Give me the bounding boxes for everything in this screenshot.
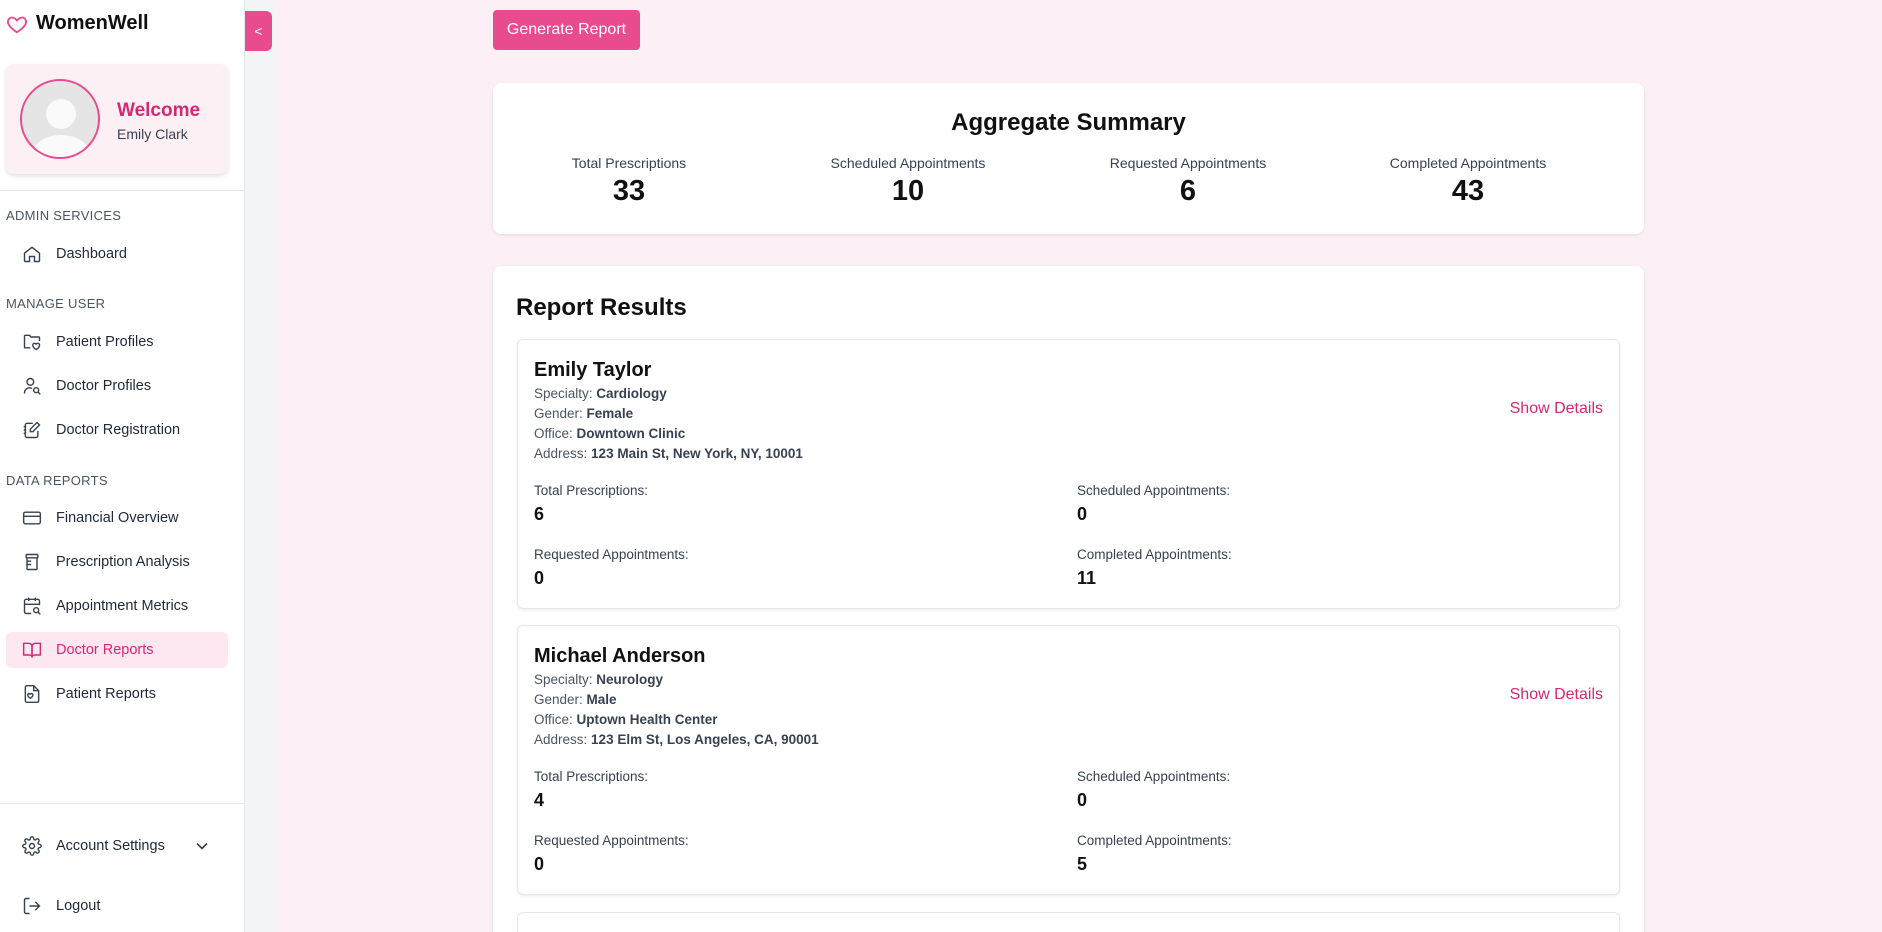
doctor-card: Emily Taylor Specialty: Cardiology Gende…: [517, 339, 1620, 609]
summary-stat-scheduled-appointments: Scheduled Appointments 10: [768, 155, 1048, 208]
section-manage-user: MANAGE USER: [6, 296, 106, 311]
show-details-link[interactable]: Show Details: [1510, 400, 1603, 418]
doctor-address: Address: 123 Elm St, Los Angeles, CA, 90…: [534, 732, 819, 747]
stat-label: Scheduled Appointments: [830, 155, 986, 171]
doctor-card: Michael Anderson Specialty: Neurology Ge…: [517, 625, 1620, 895]
account-settings-toggle[interactable]: Account Settings: [6, 828, 228, 864]
credit-card-icon: [22, 511, 42, 525]
sidebar-item-doctor-registration[interactable]: Doctor Registration: [6, 412, 228, 448]
heart-icon: [7, 16, 27, 33]
doctor-name: Emily Taylor: [534, 359, 652, 381]
chevron-down-icon: [196, 842, 208, 850]
welcome-title: Welcome: [117, 100, 201, 121]
show-details-link[interactable]: Show Details: [1510, 686, 1603, 704]
sidebar-item-label: Doctor Profiles: [56, 378, 152, 394]
edit-notebook-icon: [23, 421, 41, 439]
sidebar-item-label: Patient Reports: [56, 686, 156, 702]
gear-icon: [22, 836, 42, 856]
logout-button[interactable]: Logout: [6, 888, 228, 924]
sidebar-divider: [0, 803, 244, 804]
sidebar-item-dashboard[interactable]: Dashboard: [6, 236, 228, 272]
doctor-address: Address: 123 Main St, New York, NY, 1000…: [534, 446, 803, 461]
user-search-icon: [23, 377, 41, 395]
metric-scheduled-appointments: Scheduled Appointments: 0: [1077, 769, 1231, 810]
stat-value: 33: [612, 175, 646, 207]
summary-stat-completed-appointments: Completed Appointments 43: [1328, 155, 1608, 208]
sidebar-item-financial-overview[interactable]: Financial Overview: [6, 500, 228, 536]
section-admin-services: ADMIN SERVICES: [6, 208, 122, 223]
book-open-icon: [22, 642, 42, 658]
metric-scheduled-appointments: Scheduled Appointments: 0: [1077, 483, 1231, 524]
summary-stat-total-prescriptions: Total Prescriptions 33: [489, 155, 769, 208]
doctor-office: Office: Downtown Clinic: [534, 426, 686, 441]
stat-value: 10: [891, 175, 925, 207]
generate-report-button[interactable]: Generate Report: [493, 10, 640, 50]
metric-completed-appointments: Completed Appointments: 5: [1077, 833, 1232, 874]
sidebar-item-label: Doctor Registration: [56, 422, 181, 438]
results-title: Report Results: [516, 294, 687, 321]
sidebar-gutter: [245, 0, 275, 932]
sidebar-item-label: Doctor Reports: [56, 642, 154, 658]
doctor-name: Michael Anderson: [534, 645, 706, 667]
sidebar: WomenWell Welcome Emily Clark ADMIN SERV…: [0, 0, 245, 932]
sidebar-divider: [0, 190, 244, 191]
logout-label: Logout: [56, 898, 101, 914]
welcome-card: Welcome Emily Clark: [6, 64, 228, 174]
metric-completed-appointments: Completed Appointments: 11: [1077, 547, 1232, 588]
metric-requested-appointments: Requested Appointments: 0: [534, 833, 689, 874]
user-name: Emily Clark: [117, 126, 188, 142]
aggregate-summary-card: Aggregate Summary Total Prescriptions 33…: [493, 83, 1644, 234]
doctor-card: [517, 912, 1620, 932]
app-name: WomenWell: [36, 12, 149, 34]
sidebar-item-label: Appointment Metrics: [56, 598, 189, 614]
home-icon: [23, 246, 41, 263]
sidebar-item-label: Financial Overview: [56, 510, 179, 526]
metric-total-prescriptions: Total Prescriptions: 6: [534, 483, 649, 524]
sidebar-item-doctor-reports[interactable]: Doctor Reports: [6, 632, 228, 668]
doctor-gender: Gender: Female: [534, 406, 634, 421]
folder-heart-icon: [23, 334, 41, 351]
doctor-office: Office: Uptown Health Center: [534, 712, 718, 727]
logout-icon: [23, 897, 41, 915]
stat-value: 43: [1451, 175, 1485, 207]
avatar: [20, 79, 100, 159]
sidebar-item-patient-reports[interactable]: Patient Reports: [6, 676, 228, 712]
sidebar-item-label: Dashboard: [56, 246, 127, 262]
calendar-search-icon: [23, 597, 41, 615]
summary-stat-requested-appointments: Requested Appointments 6: [1048, 155, 1328, 208]
stat-label: Requested Appointments: [1109, 155, 1267, 171]
sidebar-item-label: Prescription Analysis: [56, 554, 190, 570]
sidebar-item-patient-profiles[interactable]: Patient Profiles: [6, 324, 228, 360]
sidebar-item-doctor-profiles[interactable]: Doctor Profiles: [6, 368, 228, 404]
doctor-gender: Gender: Male: [534, 692, 617, 707]
sidebar-item-appointment-metrics[interactable]: Appointment Metrics: [6, 588, 228, 624]
section-data-reports: DATA REPORTS: [6, 473, 108, 488]
doctor-specialty: Specialty: Cardiology: [534, 386, 667, 401]
stat-label: Total Prescriptions: [571, 155, 687, 171]
sidebar-item-prescription-analysis[interactable]: Prescription Analysis: [6, 544, 228, 580]
collapse-sidebar-button[interactable]: <: [245, 11, 272, 51]
report-results-card: Report Results Emily Taylor Specialty: C…: [493, 266, 1644, 932]
account-settings-label: Account Settings: [56, 838, 165, 854]
stat-label: Completed Appointments: [1389, 155, 1547, 171]
summary-title: Aggregate Summary: [951, 109, 1186, 136]
brand[interactable]: WomenWell: [6, 12, 149, 35]
sidebar-item-label: Patient Profiles: [56, 334, 154, 350]
metric-total-prescriptions: Total Prescriptions: 4: [534, 769, 649, 810]
pill-bottle-icon: [25, 553, 39, 571]
metric-requested-appointments: Requested Appointments: 0: [534, 547, 689, 588]
stat-value: 6: [1179, 175, 1197, 207]
file-heart-icon: [24, 684, 40, 704]
doctor-specialty: Specialty: Neurology: [534, 672, 664, 687]
